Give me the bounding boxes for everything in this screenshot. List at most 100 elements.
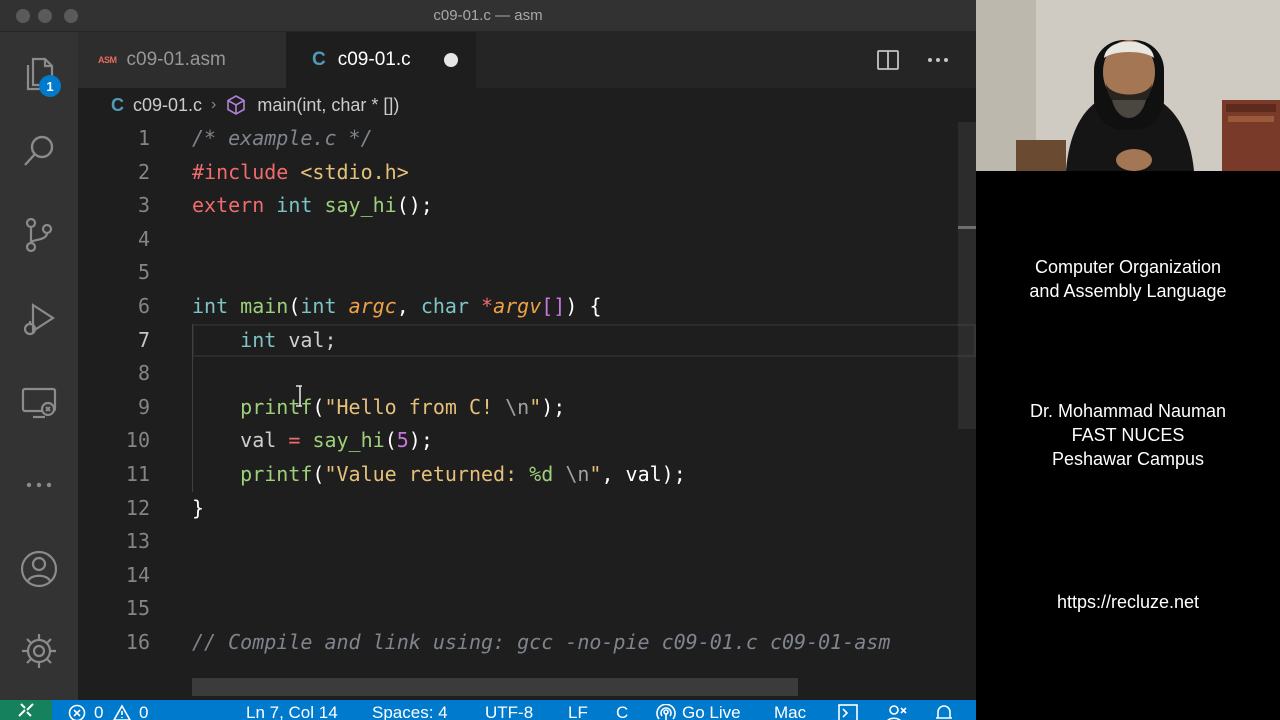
source-control-button[interactable] (0, 200, 78, 270)
code-line[interactable]: int val; (192, 323, 337, 358)
warning-icon (113, 704, 131, 720)
indent-guide (192, 357, 193, 391)
code-token: "Hello from C! (324, 394, 506, 419)
more-icon (26, 482, 52, 488)
code-line[interactable]: /* example.c */ (192, 122, 373, 156)
line-number: 16 (125, 630, 150, 654)
language-mode[interactable]: C (616, 703, 628, 720)
code-line[interactable]: printf("Hello from C! \n"); (192, 390, 565, 425)
line-number: 4 (137, 226, 150, 251)
code-token: printf (240, 462, 313, 486)
encoding[interactable]: UTF-8 (485, 703, 533, 720)
explorer-button[interactable]: 1 (0, 38, 78, 108)
asm-file-icon: ASM (98, 55, 117, 65)
code-token: } (192, 495, 205, 520)
search-button[interactable] (0, 116, 78, 186)
code-line[interactable]: val = say_hi(5); (192, 424, 433, 458)
breadcrumb-file[interactable]: c09-01.c (133, 95, 202, 116)
line-number: 2 (137, 159, 150, 184)
go-live-button[interactable]: Go Live (682, 703, 741, 720)
notifications-bell-icon[interactable] (934, 704, 954, 720)
code-token: , (396, 294, 421, 318)
account-button[interactable] (0, 534, 78, 604)
code-token: val; (276, 327, 337, 352)
settings-gear-icon (22, 634, 56, 668)
line-number: 1 (137, 126, 150, 150)
error-count[interactable]: 0 (94, 703, 103, 720)
more-actions-button[interactable] (924, 46, 952, 74)
run-debug-button[interactable] (0, 284, 78, 354)
cursor-position[interactable]: Ln 7, Col 14 (246, 703, 338, 720)
activity-bar: 1 (0, 32, 78, 700)
line-number: 14 (125, 562, 150, 587)
code-token: say_hi (312, 428, 385, 453)
tab-label: c09-01.c (337, 49, 411, 70)
code-token: , val); (601, 462, 686, 486)
indent-guide (192, 424, 193, 458)
code-token: ( (312, 462, 325, 486)
remote-indicator[interactable] (0, 700, 52, 720)
window-title: c09-01.c — asm (433, 7, 543, 24)
code-token: argc (348, 294, 397, 318)
indent-guide (192, 323, 193, 358)
code-token: ( (312, 394, 325, 419)
more-actions-icon (928, 58, 948, 62)
line-number: 13 (125, 529, 150, 554)
code-editor[interactable]: 1 2 3 4 5 6 7 8 9 10 11 12 13 14 15 16 /* example.c */#… (78, 122, 976, 700)
horizontal-scrollbar[interactable] (192, 678, 798, 696)
code-token: char (420, 294, 469, 318)
code-token: say_hi (324, 193, 397, 218)
lecture-info-panel: Computer Organization and Assembly Langu… (976, 0, 1280, 720)
terminal-icon[interactable] (838, 704, 858, 720)
code-line[interactable]: int main(int argc, char *argv[]) { (192, 290, 601, 324)
code-token: // Compile and link using: gcc -no-pie c… (192, 630, 891, 654)
line-number: 8 (137, 361, 150, 386)
tab-c09-01-asm[interactable]: ASM c09-01.asm (78, 32, 286, 88)
line-number: 10 (125, 428, 150, 453)
end-of-line[interactable]: LF (568, 703, 588, 720)
code-token: 5 (396, 428, 409, 453)
vertical-scrollbar[interactable] (958, 122, 976, 429)
unsaved-dot-icon[interactable] (444, 53, 458, 67)
code-line[interactable]: } (192, 492, 204, 526)
code-token: int (276, 193, 313, 218)
chevron-right-icon: › (211, 96, 217, 113)
line-number: 15 (125, 596, 150, 621)
code-token: = (288, 428, 301, 453)
remote-explorer-button[interactable] (0, 368, 78, 438)
manage-button[interactable] (0, 616, 78, 686)
website-link[interactable]: https://recluze.net (976, 590, 1280, 614)
code-token: (); (396, 193, 433, 218)
mouse-ibeam-cursor-icon (296, 385, 302, 407)
c-file-icon: C (111, 94, 124, 115)
code-token: main (240, 294, 289, 318)
split-editor-button[interactable] (874, 46, 902, 74)
warning-count[interactable]: 0 (139, 703, 148, 720)
code-line[interactable]: #include <stdio.h> (192, 156, 409, 190)
indentation[interactable]: Spaces: 4 (372, 703, 448, 720)
code-token: ); (408, 428, 433, 453)
code-token: int (240, 327, 277, 352)
status-extra[interactable]: Mac (774, 703, 806, 720)
line-number: 6 (137, 294, 150, 318)
code-token: [] (541, 294, 566, 318)
status-bar: 0 0 Ln 7, Col 14 Spaces: 4 UTF-8 LF C Go… (0, 700, 976, 720)
breadcrumb-symbol[interactable]: main(int, char * []) (257, 95, 399, 116)
more-views-button[interactable] (0, 450, 78, 520)
tab-c09-01-c[interactable]: C c09-01.c (286, 32, 476, 88)
feedback-icon[interactable] (886, 704, 908, 720)
tab-label: c09-01.asm (126, 49, 226, 70)
code-line[interactable]: printf("Value returned: %d \n", val); (192, 458, 686, 492)
vscode-window: c09-01.c — asm 1 ASM c09-01.asm C c09-01… (0, 0, 976, 720)
code-line[interactable]: extern int say_hi(); (192, 189, 433, 223)
code-token: ( (288, 294, 301, 318)
code-line[interactable]: // Compile and link using: gcc -no-pie c… (192, 626, 890, 660)
